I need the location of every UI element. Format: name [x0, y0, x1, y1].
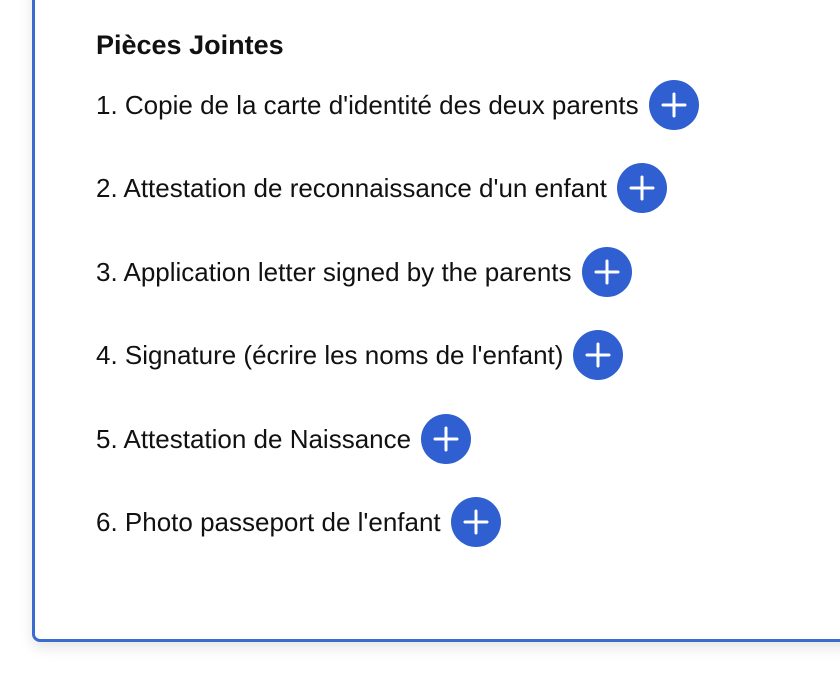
attachment-item-application-letter: 3. Application letter signed by the pare…	[96, 246, 699, 297]
attachment-label: 3. Application letter signed by the pare…	[96, 256, 572, 287]
attachments-list: 1. Copie de la carte d'identité des deux…	[96, 80, 699, 580]
attachment-label: 2. Attestation de reconnaissance d'un en…	[96, 173, 607, 204]
add-attachment-button[interactable]	[581, 246, 632, 297]
attachment-label: 4. Signature (écrire les noms de l'enfan…	[96, 340, 564, 371]
plus-icon	[585, 342, 611, 368]
attachment-item-birth-certificate: 5. Attestation de Naissance	[96, 413, 699, 464]
add-attachment-button[interactable]	[648, 80, 699, 130]
attachment-label: 6. Photo passeport de l'enfant	[96, 506, 441, 537]
plus-icon	[433, 426, 459, 452]
add-attachment-button[interactable]	[421, 413, 472, 464]
attachment-item-id-copy: 1. Copie de la carte d'identité des deux…	[96, 80, 699, 130]
attachment-item-signature: 4. Signature (écrire les noms de l'enfan…	[96, 330, 699, 381]
add-attachment-button[interactable]	[573, 330, 624, 381]
plus-icon	[629, 175, 655, 201]
plus-icon	[661, 92, 687, 118]
section-title: Pièces Jointes	[96, 30, 284, 60]
add-attachment-button[interactable]	[616, 163, 667, 214]
add-attachment-button[interactable]	[450, 496, 501, 547]
plus-icon	[463, 509, 489, 535]
attachment-label: 5. Attestation de Naissance	[96, 423, 412, 454]
attachment-item-passport-photo: 6. Photo passeport de l'enfant	[96, 496, 699, 547]
attachment-item-recognition: 2. Attestation de reconnaissance d'un en…	[96, 163, 699, 214]
plus-icon	[594, 259, 620, 285]
attachment-label: 1. Copie de la carte d'identité des deux…	[96, 90, 639, 120]
